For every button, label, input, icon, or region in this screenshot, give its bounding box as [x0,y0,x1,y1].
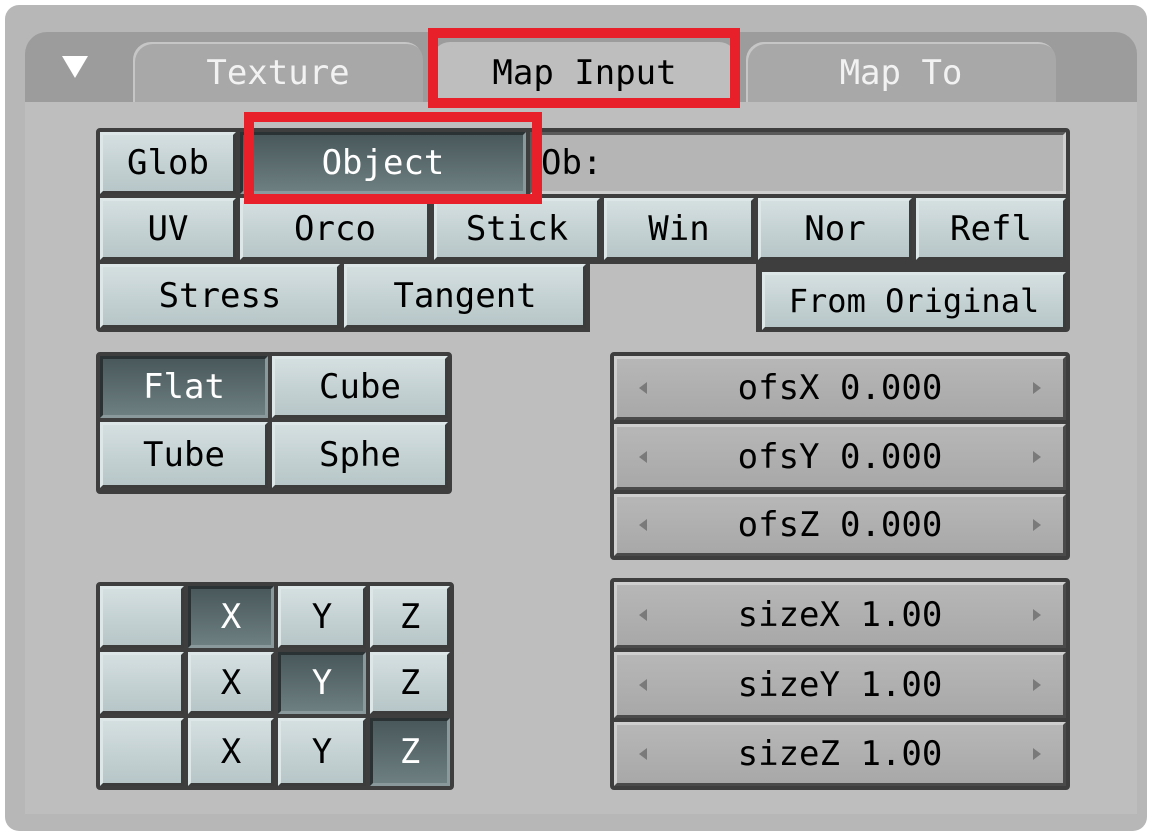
ob-name-field[interactable]: Ob: [530,132,1066,194]
stress-button[interactable]: Stress [100,264,340,328]
size-x-label: sizeX 1.00 [737,595,943,635]
axis-row1-z-button[interactable]: Z [370,586,450,648]
orco-button[interactable]: Orco [240,198,430,260]
decrement-arrow-icon[interactable] [639,519,647,531]
stick-button[interactable]: Stick [434,198,600,260]
decrement-arrow-icon[interactable] [639,679,647,691]
axis-row3-x-button[interactable]: X [188,718,274,786]
increment-arrow-icon[interactable] [1033,451,1041,463]
ofs-y-label: ofsY 0.000 [737,437,943,477]
highlight-object-button [244,112,542,204]
size-y-label: sizeY 1.00 [737,665,943,705]
decrement-arrow-icon[interactable] [639,451,647,463]
ofs-x-label: ofsX 0.000 [737,368,943,408]
decrement-arrow-icon[interactable] [639,609,647,621]
ofs-y-field[interactable]: ofsY 0.000 [614,424,1066,490]
flat-button[interactable]: Flat [100,356,268,418]
axis-row1-x-button[interactable]: X [188,586,274,648]
tab-texture[interactable]: Texture [133,42,423,104]
uv-button[interactable]: UV [100,198,236,260]
ob-field-label: Ob: [541,143,603,183]
decrement-arrow-icon[interactable] [639,382,647,394]
glob-button[interactable]: Glob [100,132,236,194]
size-y-field[interactable]: sizeY 1.00 [614,652,1066,718]
win-button[interactable]: Win [604,198,754,260]
tangent-button[interactable]: Tangent [344,264,586,328]
increment-arrow-icon[interactable] [1033,519,1041,531]
size-x-field[interactable]: sizeX 1.00 [614,582,1066,648]
axis-row1-y-button[interactable]: Y [278,586,366,648]
highlight-map-input-tab [428,28,740,108]
axis-row2-z-button[interactable]: Z [370,652,450,714]
axis-row2-x-button[interactable]: X [188,652,274,714]
collapse-arrow-icon[interactable] [62,56,88,78]
tube-button[interactable]: Tube [100,422,268,488]
ofs-x-field[interactable]: ofsX 0.000 [614,356,1066,420]
increment-arrow-icon[interactable] [1033,382,1041,394]
increment-arrow-icon[interactable] [1033,679,1041,691]
increment-arrow-icon[interactable] [1033,748,1041,760]
nor-button[interactable]: Nor [758,198,912,260]
ofs-z-label: ofsZ 0.000 [737,505,943,545]
ofs-z-field[interactable]: ofsZ 0.000 [614,494,1066,556]
size-z-field[interactable]: sizeZ 1.00 [614,722,1066,786]
increment-arrow-icon[interactable] [1033,609,1041,621]
from-original-button[interactable]: From Original [762,272,1066,330]
cube-button[interactable]: Cube [272,356,448,418]
sphe-button[interactable]: Sphe [272,422,448,488]
decrement-arrow-icon[interactable] [639,748,647,760]
refl-button[interactable]: Refl [916,198,1066,260]
axis-row1-none-button[interactable] [100,586,184,648]
axis-row3-z-button[interactable]: Z [370,718,450,786]
axis-row3-y-button[interactable]: Y [278,718,366,786]
axis-row2-y-button[interactable]: Y [278,652,366,714]
size-z-label: sizeZ 1.00 [737,734,943,774]
axis-row3-none-button[interactable] [100,718,184,786]
axis-row2-none-button[interactable] [100,652,184,714]
tab-map-to[interactable]: Map To [746,42,1056,104]
row-gap [590,264,756,332]
